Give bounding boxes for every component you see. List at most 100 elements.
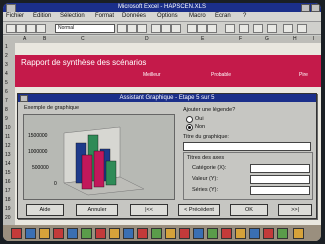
- align-right-icon[interactable]: [171, 24, 181, 33]
- taskbar-app-icon[interactable]: [95, 228, 106, 239]
- menu-fichier[interactable]: Fichier: [6, 13, 24, 20]
- column-header[interactable]: A: [23, 36, 26, 43]
- cancel-button[interactable]: Annuler: [76, 204, 118, 216]
- legend-question: Ajouter une légende?: [183, 107, 236, 113]
- menu-selection[interactable]: Sélection: [60, 13, 85, 20]
- taskbar-app-icon[interactable]: [207, 228, 218, 239]
- dialog-system-icon[interactable]: [20, 95, 28, 102]
- taskbar-app-icon[interactable]: [179, 228, 190, 239]
- column-header[interactable]: H: [293, 36, 297, 43]
- row-header[interactable]: 16: [5, 179, 11, 185]
- taskbar-app-icon[interactable]: [53, 228, 64, 239]
- value-axis-field[interactable]: [250, 175, 310, 184]
- menu-options[interactable]: Options: [157, 13, 178, 20]
- row-header[interactable]: 11: [5, 134, 10, 140]
- drawing-icon[interactable]: [239, 24, 249, 33]
- tool-icon[interactable]: [297, 24, 307, 33]
- row-header[interactable]: 10: [5, 125, 11, 131]
- menu-edition[interactable]: Edition: [33, 13, 51, 20]
- row-header[interactable]: 19: [5, 206, 11, 212]
- taskbar-app-icon[interactable]: [193, 228, 204, 239]
- copy-icon[interactable]: [197, 24, 207, 33]
- column-header[interactable]: D: [145, 36, 149, 43]
- taskbar-app-icon[interactable]: [123, 228, 134, 239]
- taskbar-app-icon[interactable]: [151, 228, 162, 239]
- save-icon[interactable]: [26, 24, 36, 33]
- row-header[interactable]: 14: [5, 161, 11, 167]
- first-step-button[interactable]: |<<: [130, 204, 168, 216]
- menu-macro[interactable]: Macro: [189, 13, 206, 20]
- category-axis-field[interactable]: [250, 164, 310, 173]
- column-header[interactable]: G: [265, 36, 269, 43]
- help-icon[interactable]: [267, 24, 277, 33]
- row-header[interactable]: 6: [5, 89, 8, 95]
- maximize-icon[interactable]: [311, 4, 320, 12]
- taskbar-app-icon[interactable]: [235, 228, 246, 239]
- row-header[interactable]: 20: [5, 215, 11, 221]
- taskbar: [3, 225, 321, 241]
- row-header[interactable]: 9: [5, 116, 8, 122]
- paste-icon[interactable]: [207, 24, 217, 33]
- taskbar-app-icon[interactable]: [137, 228, 148, 239]
- print-icon[interactable]: [36, 24, 46, 33]
- new-icon[interactable]: [6, 24, 16, 33]
- menu-ecran[interactable]: Ecran: [215, 13, 231, 20]
- column-header[interactable]: C: [81, 36, 85, 43]
- row-header[interactable]: 15: [5, 170, 11, 176]
- series-axis-field[interactable]: [250, 186, 310, 195]
- taskbar-app-icon[interactable]: [263, 228, 274, 239]
- last-step-button[interactable]: >>|: [278, 204, 312, 216]
- menu-donnees[interactable]: Données: [122, 13, 146, 20]
- row-header[interactable]: 8: [5, 107, 8, 113]
- taskbar-app-icon[interactable]: [293, 228, 304, 239]
- column-header[interactable]: F: [239, 36, 242, 43]
- row-header[interactable]: 3: [5, 62, 8, 68]
- row-header[interactable]: 18: [5, 197, 11, 203]
- align-left-icon[interactable]: [151, 24, 161, 33]
- chart-wizard-icon[interactable]: [225, 24, 235, 33]
- previous-button[interactable]: < Précédent: [178, 204, 220, 216]
- row-header[interactable]: 2: [5, 53, 8, 59]
- legend-yes-radio[interactable]: [186, 116, 193, 123]
- row-header[interactable]: 5: [5, 80, 8, 86]
- taskbar-app-icon[interactable]: [249, 228, 260, 239]
- minimize-icon[interactable]: [301, 4, 310, 12]
- menu-format[interactable]: Format: [95, 13, 114, 20]
- taskbar-app-icon[interactable]: [81, 228, 92, 239]
- taskbar-app-icon[interactable]: [221, 228, 232, 239]
- taskbar-app-icon[interactable]: [39, 228, 50, 239]
- row-header[interactable]: 4: [5, 71, 8, 77]
- chart-wizard-dialog: Assistant Graphique - Etape 5 sur 5 Exem…: [17, 93, 317, 219]
- taskbar-app-icon[interactable]: [25, 228, 36, 239]
- menu-help[interactable]: ?: [243, 13, 246, 20]
- row-header[interactable]: 7: [5, 98, 8, 104]
- chart-title-field[interactable]: [183, 142, 311, 151]
- column-header[interactable]: I: [313, 36, 314, 43]
- taskbar-app-icon[interactable]: [277, 228, 288, 239]
- bold-icon[interactable]: [127, 24, 137, 33]
- taskbar-app-icon[interactable]: [11, 228, 22, 239]
- column-header[interactable]: E: [201, 36, 204, 43]
- row-header[interactable]: 13: [5, 152, 11, 158]
- macro-icon[interactable]: [283, 24, 293, 33]
- series-axis-label: Séries (Y):: [192, 187, 218, 193]
- border-icon[interactable]: [187, 24, 197, 33]
- row-header[interactable]: 1: [5, 44, 8, 50]
- chart-preview: 1500000 1000000 500000 0: [23, 114, 175, 200]
- axis-titles-group: Titres des axes Catégorie (X): Valeur (Y…: [183, 152, 313, 200]
- style-select[interactable]: Normal: [55, 24, 115, 33]
- open-icon[interactable]: [16, 24, 26, 33]
- ok-button[interactable]: OK: [230, 204, 268, 216]
- taskbar-app-icon[interactable]: [67, 228, 78, 239]
- sum-icon[interactable]: [117, 24, 127, 33]
- zoom-icon[interactable]: [253, 24, 263, 33]
- row-header[interactable]: 12: [5, 143, 11, 149]
- help-button[interactable]: Aide: [26, 204, 64, 216]
- column-header[interactable]: B: [43, 36, 46, 43]
- align-center-icon[interactable]: [161, 24, 171, 33]
- taskbar-app-icon[interactable]: [165, 228, 176, 239]
- row-header[interactable]: 17: [5, 188, 11, 194]
- legend-no-radio[interactable]: [186, 124, 193, 131]
- italic-icon[interactable]: [137, 24, 147, 33]
- taskbar-app-icon[interactable]: [109, 228, 120, 239]
